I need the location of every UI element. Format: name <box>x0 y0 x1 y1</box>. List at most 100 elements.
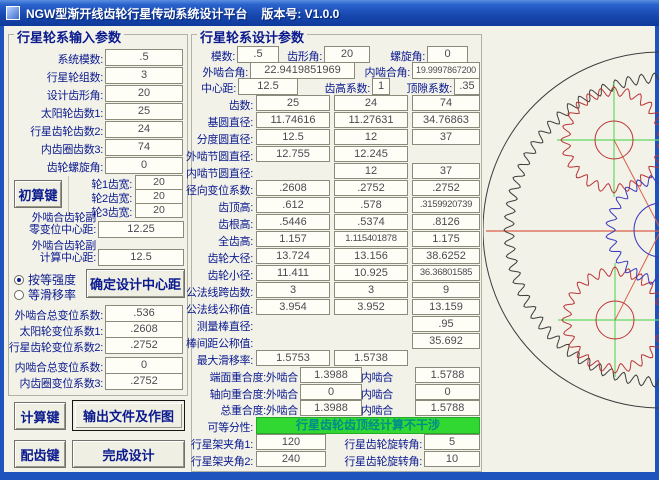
table-cell-c1-row6[interactable]: .612 <box>256 197 330 213</box>
axial-overlap-int-field[interactable]: 0 <box>415 384 480 400</box>
input-field-label: 齿轮螺旋角: <box>2 159 103 175</box>
title-bar: NGW型渐开线齿轮行星传动系统设计平台 版本号: V1.0.0 <box>0 0 659 26</box>
input-field-1[interactable]: 3 <box>105 67 183 84</box>
table-row-label: 最大滑移率: <box>160 352 253 368</box>
table-cell-c2-row8[interactable]: 1.115401878 <box>334 231 408 247</box>
table-cell-c3-row2[interactable]: 37 <box>412 129 480 145</box>
face-overlap-ext-field[interactable]: 1.3988 <box>300 367 362 383</box>
app-window: NGW型渐开线齿轮行星传动系统设计平台 版本号: V1.0.0 行星轮系输入参数… <box>0 0 659 480</box>
table-cell-c2-row11[interactable]: 3 <box>334 282 408 298</box>
addendum-coeff-field[interactable]: 1 <box>372 78 390 95</box>
radio-selected-icon <box>14 275 24 285</box>
helix-angle-field[interactable]: 0 <box>427 46 468 63</box>
zero-center-label: 外啮合齿轮副 零变位中心距: <box>2 212 96 236</box>
input-field-label: 系统模数: <box>2 51 103 67</box>
table-cell-c3-row10[interactable]: 36.36801585 <box>412 265 480 281</box>
table-row-label: 外啮节圆直径: <box>160 148 253 164</box>
total-overlap-int-field[interactable]: 1.5788 <box>415 400 480 416</box>
table-cell-c1-row1[interactable]: 11.74616 <box>256 112 330 128</box>
input-field-0[interactable]: .5 <box>105 49 183 66</box>
center-distance-label: 中心距: <box>190 80 236 96</box>
table-cell-c3-row0[interactable]: 74 <box>412 95 480 111</box>
table-cell-c2-row10[interactable]: 10.925 <box>334 265 408 281</box>
carrier-angle2-field[interactable]: 240 <box>256 451 326 467</box>
calc-center-label-line2: 计算中心距: <box>40 252 96 264</box>
center-distance-field[interactable]: 12.5 <box>238 78 298 95</box>
axial-overlap-ext-field[interactable]: 0 <box>300 384 362 400</box>
table-cell-c1-row7[interactable]: .5446 <box>256 214 330 230</box>
gear-match-button[interactable]: 配齿键 <box>14 440 66 468</box>
axial-overlap-int-label: 内啮合 <box>357 386 393 402</box>
face-overlap-label: 端面重合度:外啮合 <box>195 369 298 385</box>
table-row-label: 测量棒直径: <box>160 318 253 334</box>
planet-rotation1-label: 行星齿轮旋转角: <box>330 436 422 452</box>
table-cell-c2-row12[interactable]: 3.952 <box>334 299 408 315</box>
input-parameters-title: 行星轮系输入参数 <box>14 27 124 46</box>
table-cell-c3-row14[interactable]: 35.692 <box>412 333 480 349</box>
window-title: NGW型渐开线齿轮行星传动系统设计平台 <box>26 5 247 22</box>
table-cell-c1-row12[interactable]: 3.954 <box>256 299 330 315</box>
zero-center-label-line2: 零变位中心距: <box>29 224 96 236</box>
table-cell-c1-row3[interactable]: 12.755 <box>256 146 330 162</box>
table-cell-c3-row1[interactable]: 34.76863 <box>412 112 480 128</box>
table-cell-c1-row8[interactable]: 1.157 <box>256 231 330 247</box>
shift-field2-label: 内啮合总变位系数: <box>2 359 103 375</box>
table-cell-c3-row13[interactable]: .95 <box>412 316 480 332</box>
input-field-label: 设计齿形角: <box>2 87 103 103</box>
table-cell-c1-row9[interactable]: 13.724 <box>256 248 330 264</box>
module-field[interactable]: .5 <box>237 46 279 63</box>
table-row-label: 径向变位系数: <box>160 182 253 198</box>
table-cell-c2-row4[interactable]: 12 <box>334 163 408 179</box>
gear-diagram <box>483 28 659 474</box>
profile-angle-field[interactable]: 20 <box>324 46 370 63</box>
divisibility-status: 行星齿轮齿顶经计算不干涉 <box>256 417 480 434</box>
table-cell-c3-row7[interactable]: .8126 <box>412 214 480 230</box>
shift-field2-1[interactable]: .2752 <box>105 373 183 390</box>
internal-mesh-angle-field[interactable]: 19.9997867200 <box>412 62 480 79</box>
planet-rotation2-field[interactable]: 10 <box>424 451 480 467</box>
table-cell-c2-row2[interactable]: 12 <box>334 129 408 145</box>
table-cell-c1-row11[interactable]: 3 <box>256 282 330 298</box>
external-mesh-angle-field[interactable]: 22.9419851969 <box>250 62 355 79</box>
table-cell-c2-row7[interactable]: .5374 <box>334 214 408 230</box>
shift-field-label: 行星齿轮变位系数2: <box>2 339 103 355</box>
clearance-coeff-field[interactable]: .35 <box>454 78 480 95</box>
table-cell-c2-row5[interactable]: .2752 <box>334 180 408 196</box>
table-row-label: 公法线公称值: <box>160 301 253 317</box>
carrier-angle1-field[interactable]: 120 <box>256 434 326 450</box>
table-cell-c3-row6[interactable]: .3159920739 <box>412 197 480 213</box>
table-cell-c2-row3[interactable]: 12.245 <box>334 146 408 162</box>
table-cell-c1-row5[interactable]: .2608 <box>256 180 330 196</box>
table-cell-c1-row2[interactable]: 12.5 <box>256 129 330 145</box>
table-cell-c2-row1[interactable]: 11.27631 <box>334 112 408 128</box>
table-cell-c1-row0[interactable]: 25 <box>256 95 330 111</box>
table-cell-c2-row6[interactable]: .578 <box>334 197 408 213</box>
table-cell-c3-row9[interactable]: 38.6252 <box>412 248 480 264</box>
table-cell-c3-row8[interactable]: 1.175 <box>412 231 480 247</box>
table-cell-c2-row15[interactable]: 1.5738 <box>334 350 408 366</box>
radio-equal-slip[interactable]: 等滑移率 <box>14 286 76 303</box>
face-overlap-int-field[interactable]: 1.5788 <box>415 367 480 383</box>
initial-calc-button[interactable]: 初算键 <box>14 180 62 208</box>
table-cell-c3-row12[interactable]: 13.159 <box>412 299 480 315</box>
table-row-label: 内啮节圆直径: <box>160 165 253 181</box>
zero-center-label-line1: 外啮合齿轮副 <box>32 212 96 224</box>
radio-unselected-icon <box>14 290 24 300</box>
table-cell-c1-row10[interactable]: 11.411 <box>256 265 330 281</box>
table-cell-c2-row0[interactable]: 24 <box>334 95 408 111</box>
design-parameters-title: 行星轮系设计参数 <box>197 27 307 46</box>
calculate-button[interactable]: 计算键 <box>14 402 66 430</box>
input-field-label: 内齿圈齿数3: <box>2 141 103 157</box>
table-row-label: 齿根高: <box>160 216 253 232</box>
table-cell-c1-row15[interactable]: 1.5753 <box>256 350 330 366</box>
axial-overlap-label: 轴向重合度:外啮合 <box>195 386 298 402</box>
app-icon <box>6 6 20 20</box>
divisibility-label: 可等分性: <box>160 419 253 435</box>
table-cell-c3-row4[interactable]: 37 <box>412 163 480 179</box>
table-cell-c3-row5[interactable]: .2752 <box>412 180 480 196</box>
planet-rotation1-field[interactable]: 5 <box>424 434 480 450</box>
table-cell-c3-row11[interactable]: 9 <box>412 282 480 298</box>
table-cell-c2-row9[interactable]: 13.156 <box>334 248 408 264</box>
total-overlap-ext-field[interactable]: 1.3988 <box>300 400 362 416</box>
addendum-coeff-label: 齿高系数: <box>308 80 370 96</box>
